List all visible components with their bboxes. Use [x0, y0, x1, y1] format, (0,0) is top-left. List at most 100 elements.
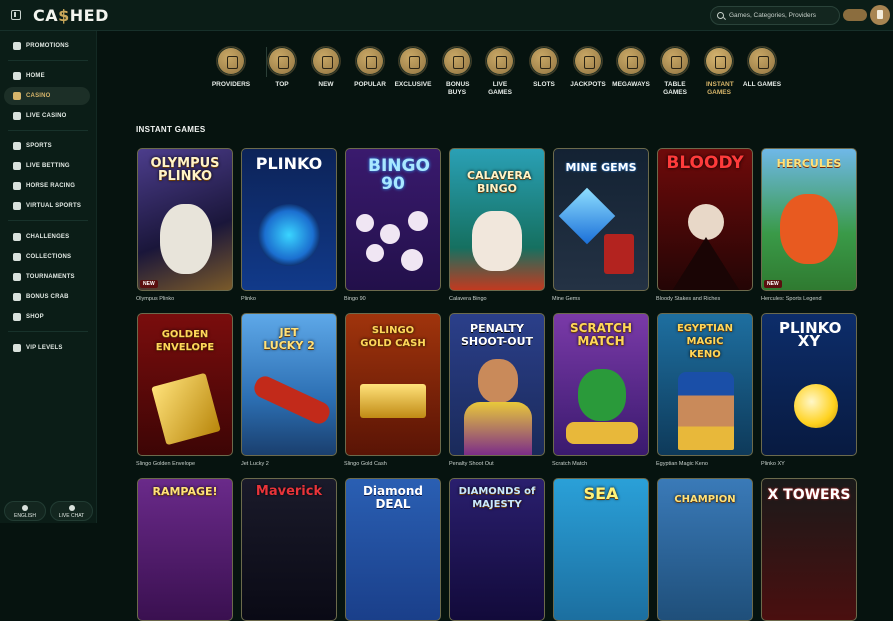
game-name: Bloody Stakes and Riches	[656, 296, 721, 302]
category-instant-games[interactable]: INSTANT GAMES	[699, 46, 739, 96]
game-card-scratch-match[interactable]: SCRATCH MATCH	[553, 313, 649, 456]
category-megaways[interactable]: MEGAWAYS	[611, 46, 651, 89]
game-name: Penalty Shoot Out	[449, 461, 494, 467]
sidebar-item-collections[interactable]: COLLECTIONS	[4, 248, 90, 266]
game-card-mine-gems[interactable]: MINE GEMS	[553, 148, 649, 291]
sidebar-item-bonus-crab[interactable]: BONUS CRAB	[4, 288, 90, 306]
logo[interactable]: CA$HED	[33, 6, 109, 25]
vampire-art	[688, 204, 724, 240]
vip-icon	[13, 344, 21, 352]
gift-icon	[13, 42, 21, 50]
sidebar-item-sports[interactable]: SPORTS	[4, 137, 90, 155]
game-card-penalty-shoot-out[interactable]: PENALTY SHOOT-OUT	[449, 313, 545, 456]
game-name: Calavera Bingo	[449, 296, 487, 302]
game-card-maverick[interactable]: Maverick	[241, 478, 337, 621]
game-card-slingo-gold-cash[interactable]: SLINGO GOLD CASH	[345, 313, 441, 456]
cards-icon	[13, 92, 21, 100]
game-name: Egyptian Magic Keno	[656, 461, 708, 467]
sports-icon	[13, 142, 21, 150]
live-chat-button[interactable]: LIVE CHAT	[50, 501, 93, 521]
cherry-icon	[747, 46, 777, 76]
section-title: INSTANT GAMES	[136, 125, 206, 134]
play-icon	[485, 46, 515, 76]
balance-button[interactable]	[843, 9, 867, 21]
live-icon	[13, 112, 21, 120]
sidebar: PROMOTIONS HOME CASINO LIVE CASINO SPORT…	[0, 31, 97, 523]
game-card-egyptian-magic-keno[interactable]: EGYPTIAN MAGIC KENO	[657, 313, 753, 456]
category-exclusive[interactable]: EXCLUSIVE	[393, 46, 433, 89]
game-card-plinko-xy[interactable]: PLINKO XY	[761, 313, 857, 456]
category-live-games[interactable]: LIVE GAMES	[480, 46, 520, 96]
sidebar-item-horse-racing[interactable]: HORSE RACING	[4, 177, 90, 195]
category-jackpots[interactable]: JACKPOTS	[568, 46, 608, 89]
diamond-icon	[398, 46, 428, 76]
game-name: Plinko XY	[761, 461, 785, 467]
game-card-x-towers[interactable]: X TOWERS	[761, 478, 857, 621]
game-card-olympus-plinko[interactable]: OLYMPUS PLINKO NEW	[137, 148, 233, 291]
game-card-champion[interactable]: CHAMPION	[657, 478, 753, 621]
globe-icon	[22, 505, 28, 511]
game-card-bloody-stakes[interactable]: BLOODY	[657, 148, 753, 291]
game-card-diamonds-of-majesty[interactable]: DIAMONDS of MAJESTY	[449, 478, 545, 621]
money-bag-art	[578, 369, 626, 421]
sidebar-item-promotions[interactable]: PROMOTIONS	[4, 37, 90, 55]
slot-machine-icon	[529, 46, 559, 76]
search-input[interactable]: Games, Categories, Providers	[710, 6, 840, 25]
category-top[interactable]: TOP	[262, 46, 302, 89]
collections-icon	[13, 253, 21, 261]
game-card-bingo-90[interactable]: BINGO 90	[345, 148, 441, 291]
game-card-hercules[interactable]: HERCULES NEW	[761, 148, 857, 291]
sidebar-item-live-casino[interactable]: LIVE CASINO	[4, 107, 90, 125]
ball-art	[258, 204, 320, 266]
sidebar-toggle-icon[interactable]	[11, 10, 21, 20]
game-name: Slingo Golden Envelope	[136, 461, 196, 467]
sidebar-item-casino[interactable]: CASINO	[4, 87, 90, 105]
game-card-jet-lucky-2[interactable]: JET LUCKY 2	[241, 313, 337, 456]
category-new[interactable]: NEW	[306, 46, 346, 89]
game-card-rampage[interactable]: RAMPAGE!	[137, 478, 233, 621]
megaways-icon	[616, 46, 646, 76]
game-card-slingo-golden-envelope[interactable]: GOLDEN ENVELOPE	[137, 313, 233, 456]
game-card-diamond-deal[interactable]: Diamond DEAL	[345, 478, 441, 621]
star-icon	[267, 46, 297, 76]
sidebar-item-live-betting[interactable]: LIVE BETTING	[4, 157, 90, 175]
sidebar-item-tournaments[interactable]: TOURNAMENTS	[4, 268, 90, 286]
game-card-sea[interactable]: SEA	[553, 478, 649, 621]
game-name: Mine Gems	[552, 296, 581, 302]
game-name: Jet Lucky 2	[241, 461, 269, 467]
pharaoh-art	[678, 372, 734, 450]
game-name: Scratch Match	[552, 461, 588, 467]
sidebar-item-shop[interactable]: SHOP	[4, 308, 90, 326]
sidebar-item-challenges[interactable]: CHALLENGES	[4, 228, 90, 246]
sidebar-item-home[interactable]: HOME	[4, 67, 90, 85]
seven-icon	[573, 46, 603, 76]
home-icon	[13, 72, 21, 80]
jersey-art	[464, 402, 532, 455]
category-bonus-buys[interactable]: BONUS BUYS	[437, 46, 477, 96]
cape-art	[672, 237, 740, 290]
game-name: Olympus Plinko	[136, 296, 175, 302]
game-card-plinko[interactable]: PLINKO	[241, 148, 337, 291]
game-card-calavera-bingo[interactable]: CALAVERA BINGO	[449, 148, 545, 291]
sidebar-item-vip-levels[interactable]: VIP LEVELS	[4, 339, 90, 357]
category-all-games[interactable]: ALL GAMES	[742, 46, 782, 89]
chat-icon	[68, 505, 75, 511]
search-placeholder: Games, Categories, Providers	[729, 12, 817, 19]
divider	[8, 220, 88, 221]
game-name: Plinko	[241, 296, 256, 302]
category-table-games[interactable]: TABLE GAMES	[655, 46, 695, 96]
category-providers[interactable]: PROVIDERS	[211, 46, 251, 89]
horse-icon	[13, 182, 21, 190]
divider	[8, 130, 88, 131]
divider	[8, 331, 88, 332]
search-icon	[717, 12, 724, 19]
avatar[interactable]	[870, 5, 890, 25]
category-slots[interactable]: SLOTS	[524, 46, 564, 89]
skull-art	[472, 211, 522, 271]
envelope-art	[151, 372, 221, 446]
language-button[interactable]: ENGLISH	[4, 501, 46, 521]
category-popular[interactable]: POPULAR	[350, 46, 390, 89]
hercules-art	[780, 194, 838, 264]
cards-icon	[660, 46, 690, 76]
sidebar-item-virtual-sports[interactable]: VIRTUAL SPORTS	[4, 197, 90, 215]
